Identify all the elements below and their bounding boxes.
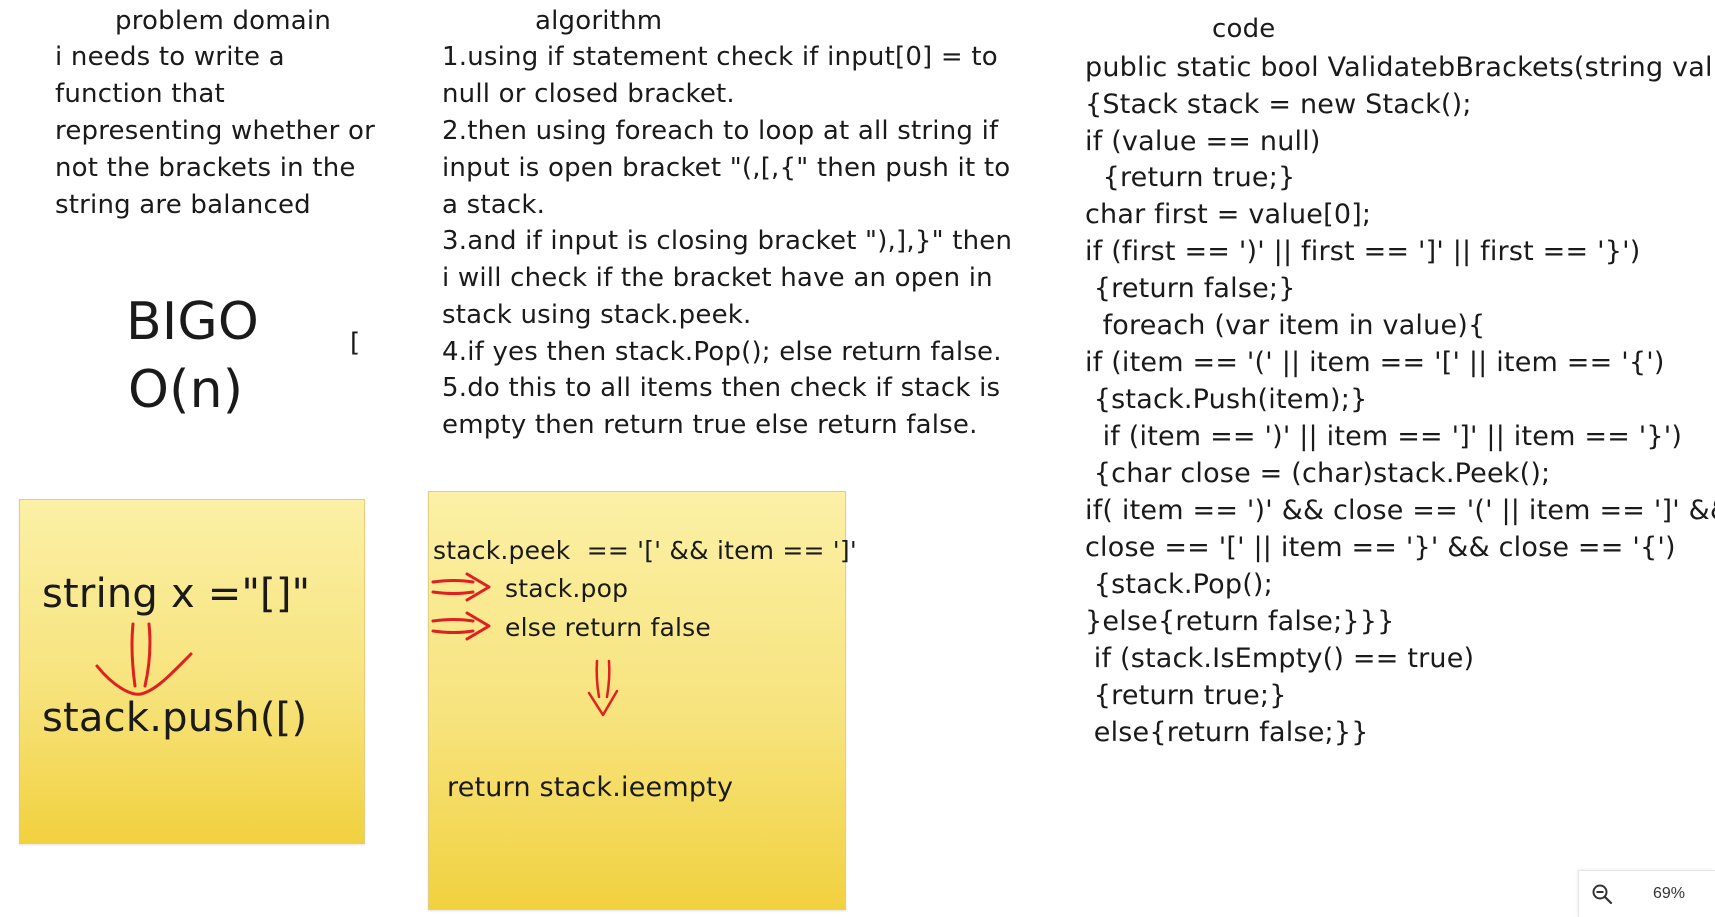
bigo-label: BIGO <box>126 292 260 352</box>
problem-line-2: function that <box>55 79 225 109</box>
code-line-4: {return true;} <box>1085 162 1296 193</box>
code-line-13: if( item == ')' && close == '(' || item … <box>1085 495 1715 526</box>
code-line-9: if (item == '(' || item == '[' || item =… <box>1085 347 1665 378</box>
problem-domain-heading: problem domain <box>115 6 332 36</box>
code-line-12: {char close = (char)stack.Peek(); <box>1085 458 1551 489</box>
sticky-note-1-line-1: string x ="[]" <box>42 571 311 617</box>
algorithm-line-11: empty then return true else return false… <box>442 410 978 440</box>
code-line-18: {return true;} <box>1085 680 1287 711</box>
algorithm-line-3: 2.then using foreach to loop at all stri… <box>442 116 999 146</box>
code-line-2: {Stack stack = new Stack(); <box>1085 89 1472 120</box>
code-line-3: if (value == null) <box>1085 126 1321 157</box>
zoom-out-icon[interactable] <box>1591 883 1613 905</box>
sticky-note-2-line-3: else return false <box>505 613 711 642</box>
zoom-level[interactable]: 69% <box>1653 885 1685 903</box>
algorithm-line-2: null or closed bracket. <box>442 79 735 109</box>
red-arrow-icon <box>431 611 491 641</box>
sticky-note-2-line-2: stack.pop <box>505 574 629 603</box>
algorithm-line-9: 4.if yes then stack.Pop(); else return f… <box>442 337 1002 367</box>
red-arrow-icon <box>431 572 491 602</box>
code-line-11: if (item == ')' || item == ']' || item =… <box>1085 421 1683 452</box>
stray-bracket: [ <box>350 328 361 358</box>
algorithm-heading: algorithm <box>535 6 663 36</box>
algorithm-line-5: a stack. <box>442 190 546 220</box>
sticky-note-2-line-1: stack.peek == '[' && item == ']' <box>433 536 857 565</box>
code-line-8: foreach (var item in value){ <box>1085 310 1486 341</box>
algorithm-line-8: stack using stack.peek. <box>442 300 752 330</box>
code-line-7: {return false;} <box>1085 273 1296 304</box>
code-line-14: close == '[' || item == '}' && close == … <box>1085 532 1676 563</box>
algorithm-line-1: 1.using if statement check if input[0] =… <box>442 42 998 72</box>
red-arrow-annotation-1 <box>95 622 193 696</box>
red-down-arrow-icon <box>587 659 619 717</box>
code-line-16: }else{return false;}}} <box>1085 606 1395 637</box>
sticky-note-push-example[interactable]: string x ="[]" stack.push([) <box>19 499 365 844</box>
code-line-15: {stack.Pop(); <box>1085 569 1273 600</box>
code-line-5: char first = value[0]; <box>1085 199 1372 230</box>
algorithm-line-6: 3.and if input is closing bracket "),],}… <box>442 226 1013 256</box>
bigo-value: O(n) <box>128 360 244 420</box>
algorithm-line-4: input is open bracket "(,[,{" then push … <box>442 153 1011 183</box>
code-line-1: public static bool ValidatebBrackets(str… <box>1085 52 1715 83</box>
code-heading: code <box>1212 14 1276 44</box>
algorithm-line-7: i will check if the bracket have an open… <box>442 263 993 293</box>
problem-line-1: i needs to write a <box>55 42 285 72</box>
problem-line-3: representing whether or <box>55 116 375 146</box>
sticky-note-2-line-4: return stack.ieempty <box>447 772 734 803</box>
code-line-6: if (first == ')' || first == ']' || firs… <box>1085 236 1641 267</box>
sticky-note-stack-logic[interactable]: stack.peek == '[' && item == ']' stack.p… <box>428 491 857 910</box>
code-line-10: {stack.Push(item);} <box>1085 384 1368 415</box>
algorithm-line-10: 5.do this to all items then check if sta… <box>442 373 1001 403</box>
problem-line-5: string are balanced <box>55 190 311 220</box>
zoom-control: 69% <box>1578 870 1715 917</box>
problem-line-4: not the brackets in the <box>55 153 356 183</box>
sticky-note-1-line-2: stack.push([) <box>42 695 308 741</box>
code-line-17: if (stack.IsEmpty() == true) <box>1085 643 1475 674</box>
code-line-19: else{return false;}} <box>1085 717 1369 748</box>
whiteboard-canvas[interactable]: problem domain i needs to write a functi… <box>0 0 1715 917</box>
